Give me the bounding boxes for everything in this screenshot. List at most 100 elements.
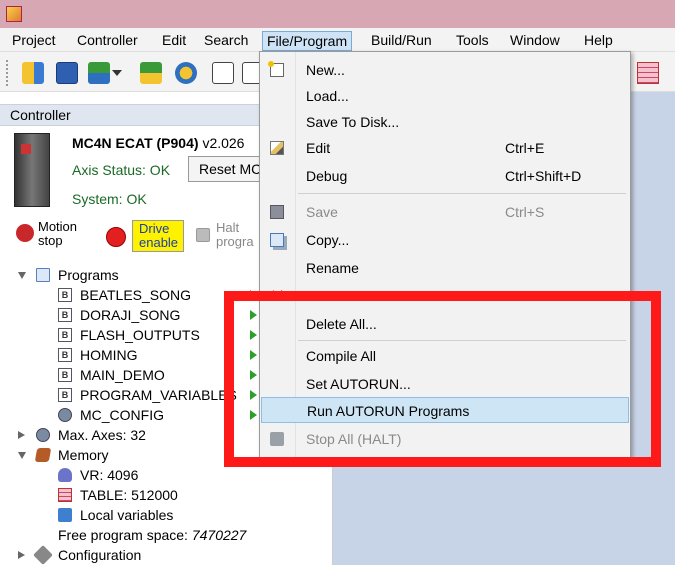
tree-free-space: Free program space: 7470227 [58,525,246,545]
menu-item-label: Compile All [306,348,377,364]
stop-all-icon [270,432,284,446]
connect-icon[interactable] [140,62,162,84]
title-bar [0,0,675,28]
basic-file-icon: B [58,388,72,402]
halt-icon [196,228,210,242]
program-name: FLASH_OUTPUTS [80,327,200,343]
menu-file-program[interactable]: File/Program [262,31,353,51]
app-icon [6,6,22,22]
menu-controller[interactable]: Controller [73,31,142,51]
menu-item-label: Load... [306,88,349,104]
new-file-icon [268,61,284,77]
drive-enable-button[interactable]: Drive enable [104,220,184,252]
tools-icon [33,545,53,565]
menu-item-edit[interactable]: Edit Ctrl+E [260,135,630,161]
menu-item-label: Rename [306,260,359,276]
menu-item-shortcut: Ctrl+Shift+D [505,168,582,184]
halt-program-button[interactable]: Halt progra [196,220,260,252]
menu-edit[interactable]: Edit [158,31,190,51]
menu-item-label: Run AUTORUN Programs [307,403,470,419]
program-name: PROGRAM_VARIABLES [80,387,237,403]
controller-device-image [14,133,50,207]
expand-icon[interactable] [18,431,25,439]
menu-window[interactable]: Window [506,31,564,51]
menu-item-label: Debug [306,168,348,184]
motion-stop-label: Motion stop [38,220,77,248]
menu-item-label: New... [306,62,345,78]
user-icon[interactable] [175,62,197,84]
drive-enable-line1: Drive [139,221,170,236]
table-icon[interactable] [637,62,659,84]
menu-item-run-autorun[interactable]: Run AUTORUN Programs [261,397,629,423]
tree-label: Configuration [58,547,142,563]
menu-project[interactable]: Project [8,31,60,51]
tree-label: Memory [58,447,109,463]
program-name: BEATLES_SONG [80,287,192,303]
menu-item-new[interactable]: New... [260,57,630,83]
menu-build-run[interactable]: Build/Run [367,31,436,51]
menu-item-load[interactable]: Load... [260,83,630,109]
menu-tools[interactable]: Tools [452,31,493,51]
drive-enable-indicator-icon [106,227,126,247]
halt-line1: Halt [216,220,240,235]
import-icon[interactable] [22,62,44,84]
run-arrow-icon[interactable] [250,290,257,300]
free-space-label: Free program space: [58,527,188,543]
axis-status: Axis Status: OK [72,162,171,178]
program-name: MAIN_DEMO [80,367,165,383]
menu-item-shortcut: Ctrl+E [505,140,545,156]
menu-item-label: Edit [306,140,331,156]
halt-line2: progra [216,234,254,249]
menu-bar: Project Controller Edit Search File/Prog… [0,28,675,52]
program-name: HOMING [80,347,138,363]
save-icon[interactable] [56,62,78,84]
run-arrow-icon[interactable] [250,330,257,340]
terminal-icon[interactable] [212,62,234,84]
menu-item-save[interactable]: Save Ctrl+S [260,199,630,225]
expand-icon[interactable] [18,272,26,279]
menu-item-compile-all[interactable]: Compile All [260,343,630,369]
network-icon[interactable] [88,62,110,84]
menu-item-label: Delete... [306,288,359,304]
run-arrow-icon[interactable] [250,350,257,360]
menu-search[interactable]: Search [200,31,252,51]
menu-item-label: Copy... [306,232,350,248]
menu-item-label: Save [306,204,338,220]
run-arrow-icon[interactable] [250,310,257,320]
menu-item-stop-all[interactable]: Stop All (HALT) [260,426,630,452]
menu-item-delete-all[interactable]: Delete All... [260,311,630,337]
table-icon [58,488,72,502]
expand-icon[interactable] [18,551,25,559]
vr-icon [58,468,72,482]
menu-item-debug[interactable]: Debug Ctrl+Shift+D [260,163,630,189]
menu-item-shortcut: Ctrl+S [505,204,545,220]
reset-mc-button[interactable]: Reset MC [188,156,268,182]
memory-icon [34,448,52,462]
menu-item-label: Stop All (HALT) [306,431,402,447]
run-arrow-icon[interactable] [250,390,257,400]
basic-file-icon: B [58,288,72,302]
device-model: MC4N ECAT (P904) [72,135,199,151]
menu-help[interactable]: Help [580,31,617,51]
basic-file-icon: B [58,308,72,322]
run-arrow-icon[interactable] [250,410,257,420]
menu-separator [298,193,626,194]
edit-icon [270,141,284,155]
chevron-down-icon[interactable] [112,70,122,76]
save-icon [270,205,284,219]
delete-icon: ✕ [270,286,286,306]
menu-item-delete[interactable]: ✕ Delete... [260,283,630,309]
run-arrow-icon[interactable] [250,370,257,380]
menu-item-copy[interactable]: Copy... [260,227,630,253]
toolbar-grip[interactable] [6,60,10,86]
menu-item-rename[interactable]: Rename [260,255,630,281]
copy-icon [270,233,284,247]
tree-label: Max. Axes: 32 [58,427,146,443]
system-status: System: OK [72,191,147,207]
program-name: DORAJI_SONG [80,307,181,323]
menu-item-save-to-disk[interactable]: Save To Disk... [260,109,630,135]
expand-icon[interactable] [18,452,26,459]
menu-item-label: Set AUTORUN... [306,376,411,392]
menu-item-set-autorun[interactable]: Set AUTORUN... [260,371,630,397]
free-space-value: 7470227 [191,527,247,543]
